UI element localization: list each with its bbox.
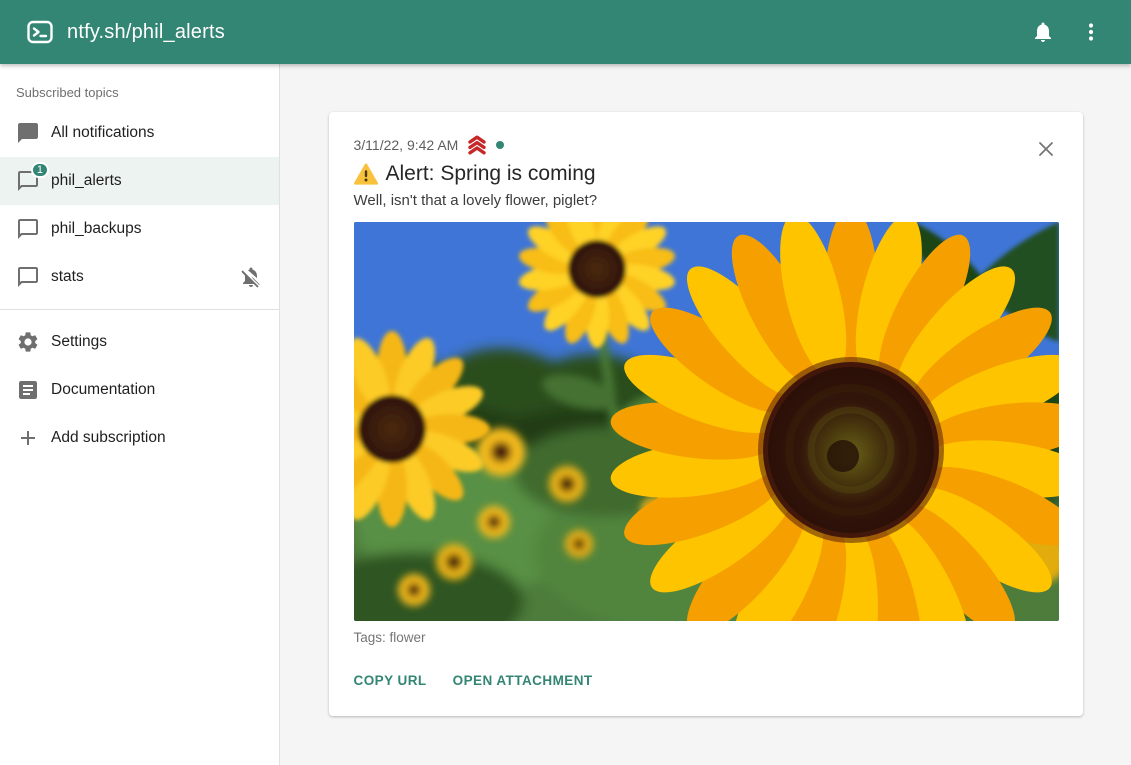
subscribed-topics-label: Subscribed topics bbox=[0, 85, 279, 109]
close-icon[interactable] bbox=[1034, 137, 1058, 161]
notification-card: 3/11/22, 9:42 AM bbox=[329, 112, 1083, 716]
notification-timestamp: 3/11/22, 9:42 AM bbox=[354, 137, 459, 153]
sidebar-item-settings[interactable]: Settings bbox=[0, 318, 279, 366]
unread-count-badge: 1 bbox=[31, 162, 49, 178]
sidebar-item-label: Documentation bbox=[51, 381, 155, 399]
sidebar-item-stats[interactable]: stats bbox=[0, 253, 279, 301]
tags-label: Tags: flower bbox=[354, 630, 1058, 645]
main-content: 3/11/22, 9:42 AM bbox=[280, 64, 1131, 765]
sidebar-divider bbox=[0, 309, 279, 310]
article-icon bbox=[16, 378, 40, 402]
warning-emoji-icon bbox=[354, 163, 378, 185]
attachment-image[interactable] bbox=[354, 222, 1059, 621]
app-bar: ntfy.sh/phil_alerts bbox=[0, 0, 1131, 64]
chat-bubble-outline-icon bbox=[16, 265, 40, 289]
sidebar-item-phil-alerts[interactable]: 1 phil_alerts bbox=[0, 157, 279, 205]
sidebar-item-label: phil_backups bbox=[51, 220, 141, 238]
sidebar-item-documentation[interactable]: Documentation bbox=[0, 366, 279, 414]
sidebar-item-label: All notifications bbox=[51, 124, 154, 142]
priority-max-icon bbox=[466, 135, 488, 155]
chat-bubble-outline-icon bbox=[16, 217, 40, 241]
card-actions: COPY URL OPEN ATTACHMENT bbox=[354, 667, 1058, 700]
sidebar-item-label: Add subscription bbox=[51, 429, 166, 447]
sidebar-item-label: stats bbox=[51, 268, 84, 286]
notification-title-text: Alert: Spring is coming bbox=[386, 162, 596, 186]
sidebar-item-all-notifications[interactable]: All notifications bbox=[0, 109, 279, 157]
chat-bubble-filled-icon bbox=[16, 121, 40, 145]
bell-off-icon bbox=[239, 265, 263, 289]
plus-icon bbox=[16, 426, 40, 450]
open-attachment-button[interactable]: OPEN ATTACHMENT bbox=[453, 667, 593, 694]
gear-icon bbox=[16, 330, 40, 354]
sidebar-item-add-subscription[interactable]: Add subscription bbox=[0, 414, 279, 462]
notifications-bell-icon[interactable] bbox=[1019, 8, 1067, 56]
sidebar-item-label: phil_alerts bbox=[51, 172, 122, 190]
sidebar-item-label: Settings bbox=[51, 333, 107, 351]
notification-title: Alert: Spring is coming bbox=[354, 162, 1058, 186]
notification-body: Well, isn't that a lovely flower, piglet… bbox=[354, 192, 1058, 209]
overflow-menu-icon[interactable] bbox=[1067, 8, 1115, 56]
chat-bubble-outline-icon: 1 bbox=[16, 169, 40, 193]
unread-dot-icon bbox=[496, 141, 504, 149]
sidebar-item-phil-backups[interactable]: phil_backups bbox=[0, 205, 279, 253]
page-title: ntfy.sh/phil_alerts bbox=[67, 21, 225, 44]
copy-url-button[interactable]: COPY URL bbox=[354, 667, 427, 694]
notification-meta-row: 3/11/22, 9:42 AM bbox=[354, 135, 1058, 155]
ntfy-terminal-logo-icon bbox=[27, 19, 53, 45]
sidebar: Subscribed topics All notifications 1 ph… bbox=[0, 64, 280, 765]
